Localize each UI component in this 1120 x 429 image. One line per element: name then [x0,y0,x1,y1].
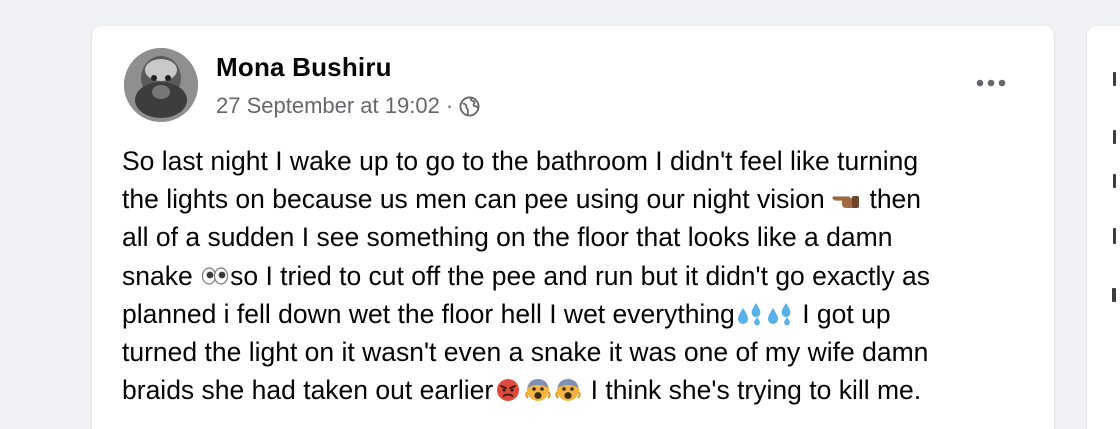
post-line: snake so I tried to cut off the pee and … [122,260,930,291]
post-line: turned the light on it wasn't even a sna… [122,337,929,368]
clipped-text-fragment [1113,228,1116,244]
post-text: So last night I wake up to go to the bat… [122,142,1037,409]
right-column-card [1087,26,1120,429]
meta-separator: · [445,93,454,118]
more-options-button[interactable] [966,66,1016,100]
clipped-text-fragment [1113,72,1116,86]
post-line: all of a sudden I see something on the f… [122,222,893,253]
post-timestamp[interactable]: 27 September at 19:02 [216,93,440,119]
clipped-text-fragment [1112,288,1116,302]
post-line: planned i fell down wet the floor hell I… [122,298,891,329]
author-name[interactable]: Mona Bushiru [216,52,392,83]
post-meta: 27 September at 19:02 · [216,93,480,119]
post-line: So last night I wake up to go to the bat… [122,146,919,176]
post-line: braids she had taken out earlier I think… [122,374,922,406]
screaming-face-emoji [553,374,583,402]
post-line: the lights on because us men can pee usi… [122,183,922,215]
more-options-icon [976,79,1006,87]
clipped-text-fragment [1113,130,1116,144]
sweat-droplets-emoji [735,298,765,326]
screaming-face-emoji [523,374,553,402]
post-card: Mona Bushiru 27 September at 19:02 · So … [92,26,1054,429]
angry-face-emoji [493,374,523,402]
globe-icon[interactable] [459,96,480,117]
clipped-text-fragment [1113,174,1116,188]
eyes-emoji [200,260,230,285]
news-feed: Mona Bushiru 27 September at 19:02 · So … [0,0,1120,429]
avatar[interactable] [124,48,198,122]
pointing-hand-emoji [832,183,862,209]
avatar-photo [124,48,198,122]
sweat-droplets-emoji [765,298,795,326]
